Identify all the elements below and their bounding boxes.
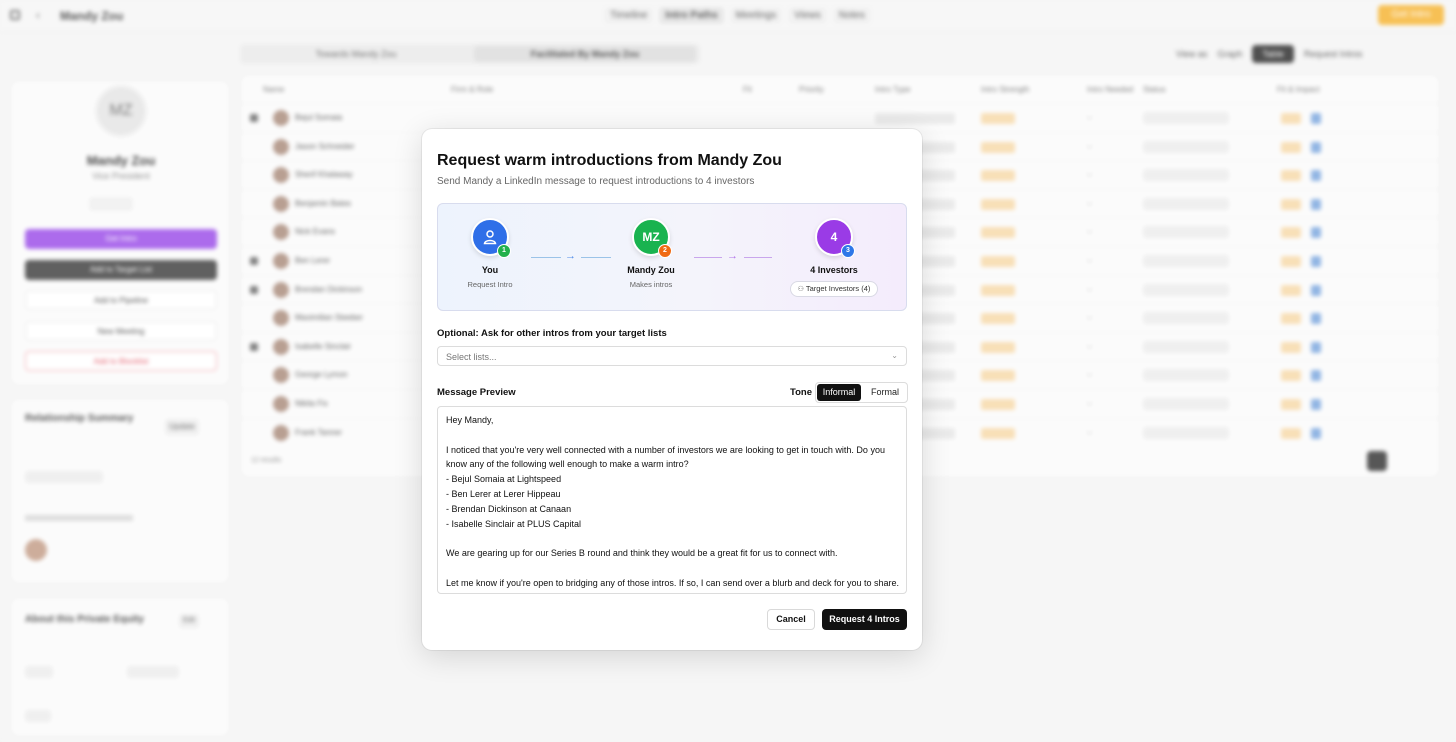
mandy-zou-label: Mandy Zou	[627, 265, 675, 275]
intro-flow-diagram: 1 MZ 2 4 3 → → You Request Intro Mandy Z…	[437, 203, 907, 311]
request-intro-modal: Request warm introductions from Mandy Zo…	[422, 129, 922, 650]
mandy-zou-avatar-text: MZ	[642, 230, 660, 244]
connector-line	[531, 257, 561, 258]
you-node: 1	[471, 218, 511, 258]
message-line: - Ben Lerer at Lerer Hippeau	[446, 488, 561, 499]
modal-subtitle: Send Mandy a LinkedIn message to request…	[437, 176, 755, 187]
target-investors-button[interactable]: ⚇ Target Investors (4)	[790, 281, 878, 297]
investors-count: 4	[830, 230, 838, 244]
tone-label: Tone	[790, 387, 812, 398]
message-line: know any of the following well enough to…	[446, 459, 689, 470]
arrow-right-icon: →	[727, 250, 738, 262]
connector-line	[694, 257, 722, 258]
message-line: - Bejul Somaia at Lightspeed	[446, 474, 562, 485]
step-badge-2: 2	[658, 244, 672, 258]
step-badge-1: 1	[497, 244, 511, 258]
request-intros-button[interactable]: Request 4 Intros	[822, 609, 907, 630]
tone-formal-button[interactable]: Formal	[863, 384, 907, 401]
message-line	[446, 531, 898, 546]
select-placeholder: Select lists...	[446, 352, 497, 362]
message-preview-textarea[interactable]: Hey Mandy, I noticed that you're very we…	[437, 406, 907, 594]
investors-node: 4 3	[815, 218, 855, 258]
message-line: - Isabelle Sinclair at PLUS Capital	[446, 518, 582, 529]
message-preview-label: Message Preview	[437, 387, 516, 398]
message-line: - Brendan Dickinson at Canaan	[446, 503, 572, 514]
mandy-zou-sublabel: Makes intros	[629, 280, 673, 289]
tone-toggle: Informal Formal	[815, 382, 908, 403]
target-investors-label: Target Investors (4)	[805, 284, 871, 293]
arrow-right-icon: →	[565, 250, 576, 262]
message-line	[446, 561, 898, 576]
message-line: We are gearing up for our Series B round…	[446, 548, 838, 559]
you-label: You	[481, 265, 499, 275]
message-line: Hey Mandy,	[446, 415, 494, 425]
target-lists-select[interactable]: Select lists... ⌄	[437, 346, 907, 366]
tone-informal-button[interactable]: Informal	[817, 384, 861, 401]
mandy-zou-node: MZ 2	[632, 218, 672, 258]
investors-label: 4 Investors	[810, 265, 858, 275]
connector-line	[581, 257, 611, 258]
cancel-button[interactable]: Cancel	[767, 609, 815, 630]
step-badge-3: 3	[841, 244, 855, 258]
user-icon	[483, 230, 497, 245]
message-line: Let me know if you're open to bridging a…	[446, 577, 899, 588]
message-line	[446, 428, 898, 443]
modal-title: Request warm introductions from Mandy Zo…	[437, 152, 782, 169]
chevron-down-icon: ⌄	[891, 351, 898, 360]
connector-line	[744, 257, 772, 258]
you-sublabel: Request Intro	[467, 280, 513, 289]
optional-lists-label: Optional: Ask for other intros from your…	[437, 328, 667, 339]
users-icon: ⚇	[797, 286, 804, 293]
message-line: I noticed that you're very well connecte…	[446, 444, 885, 455]
